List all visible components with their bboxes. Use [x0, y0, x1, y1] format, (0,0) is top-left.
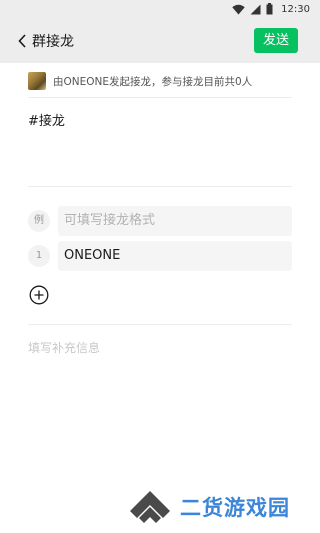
supplement-input[interactable]: 填写补充信息	[28, 339, 292, 357]
watermark-text: 二货游戏园	[180, 496, 290, 520]
entry-row: 1 ONEONE	[28, 241, 292, 271]
watermark-logo-icon	[130, 491, 170, 523]
page-title: 群接龙	[32, 34, 74, 50]
entry-input[interactable]: ONEONE	[58, 241, 292, 271]
top-bar: 群接龙 发送	[0, 18, 320, 63]
wifi-icon	[232, 4, 245, 14]
divider	[28, 186, 292, 187]
initiator-info: 由ONEONE发起接龙，参与接龙目前共0人	[28, 72, 292, 90]
example-marker: 例	[28, 210, 50, 232]
watermark: 二货游戏园	[128, 486, 318, 528]
chevron-left-icon	[18, 34, 26, 48]
send-button[interactable]: 发送	[254, 28, 298, 53]
initiator-text: 由ONEONE发起接龙，参与接龙目前共0人	[53, 75, 253, 88]
plus-circle-icon	[29, 285, 49, 305]
divider	[28, 324, 292, 325]
status-time: 12:30	[281, 3, 310, 15]
avatar	[28, 72, 46, 90]
topic-input[interactable]: #接龙	[28, 110, 292, 130]
divider	[28, 97, 292, 98]
add-entry-button[interactable]	[29, 285, 49, 305]
status-icons: 12:30	[232, 2, 310, 16]
example-row: 例 可填写接龙格式	[28, 206, 292, 236]
entry-number: 1	[28, 245, 50, 267]
battery-icon	[266, 3, 273, 15]
back-button[interactable]: 群接龙	[18, 31, 98, 51]
status-bar: 12:30	[0, 0, 320, 18]
format-input[interactable]: 可填写接龙格式	[58, 206, 292, 236]
signal-icon	[250, 4, 261, 14]
